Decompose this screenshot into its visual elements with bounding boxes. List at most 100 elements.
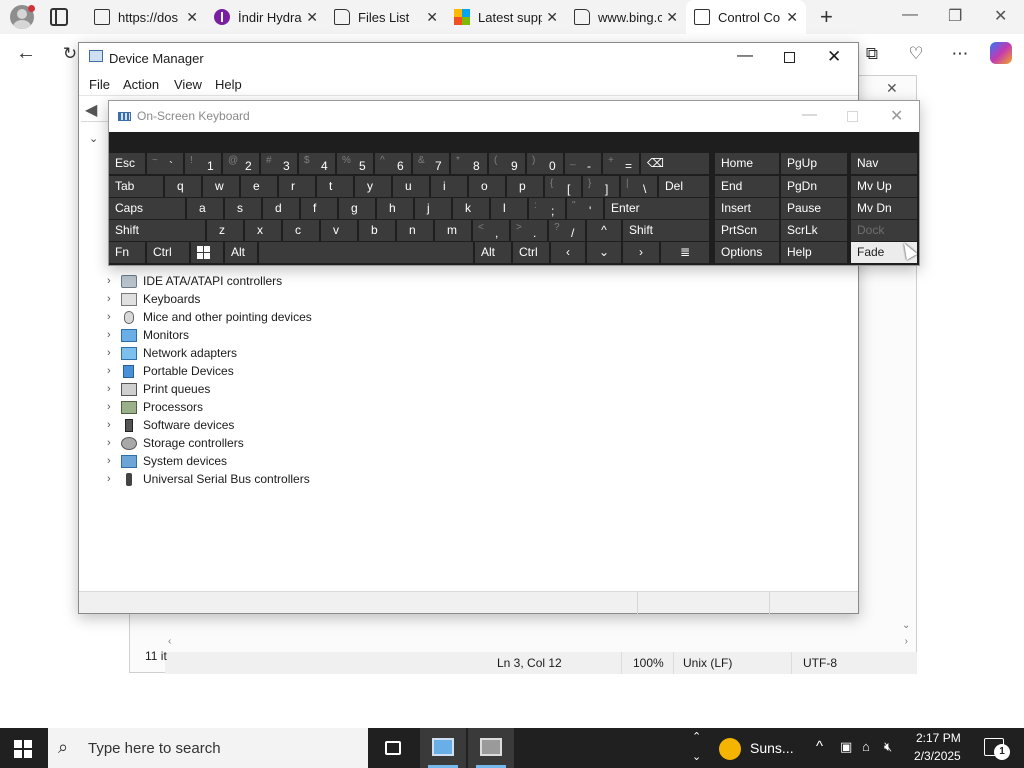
key-slash[interactable]: ? / — [549, 220, 585, 241]
browser-minimize-icon[interactable]: — — [902, 6, 918, 24]
key-nav[interactable]: Nav — [851, 153, 917, 174]
key-r[interactable]: r — [279, 176, 315, 197]
key-pause[interactable]: Pause — [781, 198, 847, 219]
start-windows-icon[interactable] — [14, 740, 32, 758]
chevron-right-icon[interactable]: › — [107, 293, 121, 305]
tab-close-icon[interactable]: ✕ — [666, 9, 678, 26]
volume-muted-icon[interactable]: 🔇︎ — [884, 739, 892, 755]
key-right-arrow-icon[interactable]: › — [623, 242, 659, 263]
copilot-icon[interactable] — [990, 42, 1012, 64]
scroll-down-icon[interactable]: ⌄ — [692, 750, 701, 763]
close-icon[interactable]: ✕ — [827, 47, 841, 67]
chevron-right-icon[interactable]: › — [107, 311, 121, 323]
key-windows[interactable] — [191, 242, 223, 263]
browser-tab-4[interactable]: Latest supp ✕ — [446, 0, 566, 34]
key-e[interactable]: e — [241, 176, 277, 197]
browser-tab-5[interactable]: www.bing.c ✕ — [566, 0, 686, 34]
clock-time[interactable]: 2:17 PM — [916, 731, 961, 745]
menu-file[interactable]: File — [89, 77, 110, 92]
tab-actions-menu-icon[interactable] — [50, 8, 68, 26]
key-pgup[interactable]: PgUp — [781, 153, 847, 174]
taskbar-app-device-manager[interactable] — [420, 728, 466, 768]
key-mv-up[interactable]: Mv Up — [851, 176, 917, 197]
tree-item-monitors[interactable]: › Monitors — [107, 326, 189, 344]
weather-text[interactable]: Suns... — [750, 740, 794, 756]
tree-item-mice[interactable]: › Mice and other pointing devices — [107, 308, 312, 326]
tab-close-icon[interactable]: ✕ — [786, 9, 798, 26]
tree-item-print-queues[interactable]: › Print queues — [107, 380, 210, 398]
key-help[interactable]: Help — [781, 242, 847, 263]
key-shift-right[interactable]: Shift — [623, 220, 709, 241]
key-fn[interactable]: Fn — [109, 242, 145, 263]
key-d[interactable]: d — [263, 198, 299, 219]
key-w[interactable]: w — [203, 176, 239, 197]
key-i[interactable]: i — [431, 176, 467, 197]
chevron-right-icon[interactable]: › — [107, 347, 121, 359]
chevron-right-icon[interactable]: › — [107, 455, 121, 467]
chevron-right-icon[interactable]: › — [107, 329, 121, 341]
key-1[interactable]: ! 1 — [185, 153, 221, 174]
key-quote[interactable]: " ' — [567, 198, 603, 219]
chevron-right-icon[interactable]: › — [107, 383, 121, 395]
key-space[interactable] — [259, 242, 473, 263]
chevron-right-icon[interactable]: › — [107, 473, 121, 485]
device-manager-titlebar[interactable]: Device Manager — ✕ — [79, 43, 858, 73]
key-m[interactable]: m — [435, 220, 471, 241]
key-f[interactable]: f — [301, 198, 337, 219]
key-2[interactable]: @2 — [223, 153, 259, 174]
key-tab[interactable]: Tab — [109, 176, 163, 197]
key-comma[interactable]: <, — [473, 220, 509, 241]
key-y[interactable]: y — [355, 176, 391, 197]
tree-item-processors[interactable]: › Processors — [107, 398, 203, 416]
task-view-button[interactable] — [370, 728, 416, 768]
key-right-bracket[interactable]: }] — [583, 176, 619, 197]
network-icon[interactable]: ⌂ — [862, 739, 870, 754]
key-backspace-icon[interactable]: ⌫ — [641, 153, 709, 174]
key-g[interactable]: g — [339, 198, 375, 219]
chevron-down-icon[interactable]: ⌄ — [89, 132, 98, 145]
key-caps[interactable]: Caps — [109, 198, 185, 219]
key-ctrl-left[interactable]: Ctrl — [147, 242, 189, 263]
key-b[interactable]: b — [359, 220, 395, 241]
meet-now-icon[interactable]: ▣ — [840, 739, 852, 755]
key-equals[interactable]: + = — [603, 153, 639, 174]
collections-icon[interactable]: ⧉ — [862, 44, 882, 64]
key-dock[interactable]: Dock — [851, 220, 917, 241]
tree-item-software-devices[interactable]: › Software devices — [107, 416, 234, 434]
tab-close-icon[interactable]: ✕ — [306, 9, 318, 26]
clock-date[interactable]: 2/3/2025 — [914, 749, 961, 763]
key-o[interactable]: o — [469, 176, 505, 197]
browser-tab-6-active[interactable]: Control Co ✕ — [686, 0, 806, 34]
close-icon[interactable]: ✕ — [890, 106, 903, 126]
key-down-arrow-icon[interactable]: ⌄ — [587, 242, 621, 263]
chevron-right-icon[interactable]: › — [107, 419, 121, 431]
menu-action[interactable]: Action — [123, 77, 159, 92]
scroll-left-icon[interactable]: ‹ — [168, 636, 171, 647]
key-7[interactable]: & 7 — [413, 153, 449, 174]
browser-restore-icon[interactable]: ❐ — [948, 6, 962, 26]
show-hidden-icons-chevron-icon[interactable]: ^ — [816, 738, 823, 755]
scroll-down-icon[interactable]: ⌄ — [902, 620, 910, 631]
chevron-right-icon[interactable]: › — [107, 365, 121, 377]
scroll-up-icon[interactable]: ⌃ — [692, 730, 701, 743]
key-options[interactable]: Options — [715, 242, 779, 263]
menu-help[interactable]: Help — [215, 77, 242, 92]
maximize-icon[interactable] — [847, 111, 858, 122]
key-shift-left[interactable]: Shift — [109, 220, 205, 241]
browser-close-icon[interactable]: ✕ — [994, 6, 1007, 26]
key-3[interactable]: #3 — [261, 153, 297, 174]
taskbar-search-box[interactable]: ⌕ Type here to search — [48, 728, 368, 768]
key-z[interactable]: z — [207, 220, 243, 241]
key-9[interactable]: (9 — [489, 153, 525, 174]
key-period[interactable]: >. — [511, 220, 547, 241]
horizontal-scrollbar[interactable]: ‹ › — [166, 636, 916, 650]
key-k[interactable]: k — [453, 198, 489, 219]
tree-item-portable-devices[interactable]: › Portable Devices — [107, 362, 234, 380]
key-h[interactable]: h — [377, 198, 413, 219]
browser-tab-1[interactable]: https://dos ✕ — [86, 0, 206, 34]
key-semicolon[interactable]: :; — [529, 198, 565, 219]
refresh-icon[interactable]: ↻ — [60, 44, 80, 64]
menu-view[interactable]: View — [174, 77, 202, 92]
key-p[interactable]: p — [507, 176, 543, 197]
back-arrow-icon[interactable]: ← — [16, 42, 36, 65]
